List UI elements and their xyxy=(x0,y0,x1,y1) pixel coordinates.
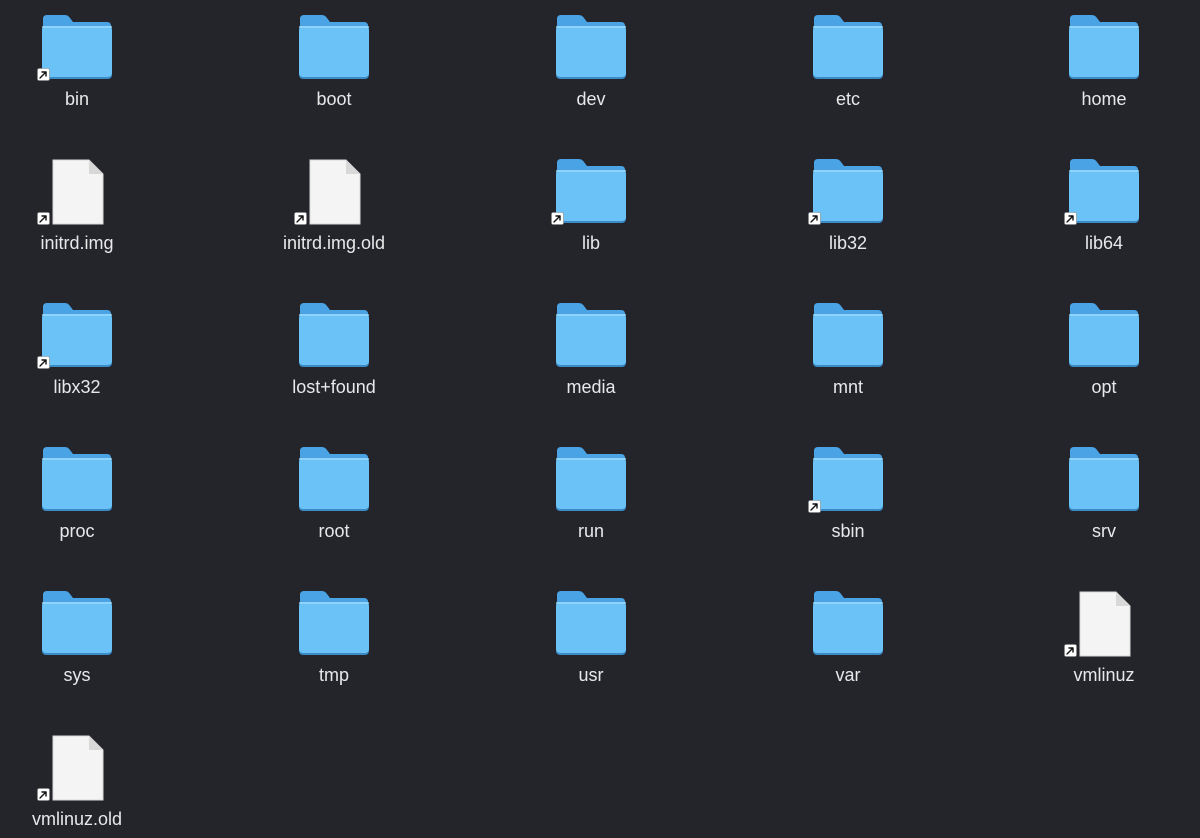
item-label[interactable]: opt xyxy=(1024,376,1184,398)
item-label[interactable]: tmp xyxy=(254,664,414,686)
folder-icon[interactable] xyxy=(808,15,888,81)
item-label[interactable]: srv xyxy=(1024,520,1184,542)
folder-item[interactable]: boot xyxy=(254,7,414,137)
item-label[interactable]: dev xyxy=(511,88,671,110)
folder-item[interactable]: srv xyxy=(1024,439,1184,569)
item-label[interactable]: run xyxy=(511,520,671,542)
folder-icon[interactable] xyxy=(551,591,631,657)
alias-arrow-icon xyxy=(551,212,564,225)
folder-item[interactable]: libx32 xyxy=(0,295,157,425)
item-label[interactable]: var xyxy=(768,664,928,686)
folder-item[interactable]: tmp xyxy=(254,583,414,713)
alias-arrow-icon xyxy=(37,788,50,801)
item-label[interactable]: etc xyxy=(768,88,928,110)
folder-icon[interactable] xyxy=(37,591,117,657)
document-icon[interactable] xyxy=(37,735,117,801)
folder-item[interactable]: usr xyxy=(511,583,671,713)
item-label[interactable]: mnt xyxy=(768,376,928,398)
folder-icon[interactable] xyxy=(294,591,374,657)
alias-arrow-icon xyxy=(37,212,50,225)
folder-icon[interactable] xyxy=(551,303,631,369)
folder-item[interactable]: lib32 xyxy=(768,151,928,281)
item-label[interactable]: root xyxy=(254,520,414,542)
folder-item[interactable]: root xyxy=(254,439,414,569)
file-item[interactable]: initrd.img.old xyxy=(254,151,414,281)
folder-item[interactable]: lib xyxy=(511,151,671,281)
alias-arrow-icon xyxy=(1064,644,1077,657)
item-label[interactable]: vmlinuz.old xyxy=(0,808,157,830)
alias-arrow-icon xyxy=(808,212,821,225)
file-item[interactable]: initrd.img xyxy=(0,151,157,281)
item-label[interactable]: lost+found xyxy=(254,376,414,398)
folder-item[interactable]: etc xyxy=(768,7,928,137)
folder-item[interactable]: run xyxy=(511,439,671,569)
folder-item[interactable]: lost+found xyxy=(254,295,414,425)
folder-item[interactable]: proc xyxy=(0,439,157,569)
folder-icon[interactable] xyxy=(37,303,117,369)
file-item[interactable]: vmlinuz.old xyxy=(0,727,157,838)
folder-icon[interactable] xyxy=(1064,159,1144,225)
folder-item[interactable]: var xyxy=(768,583,928,713)
folder-item[interactable]: sys xyxy=(0,583,157,713)
folder-item[interactable]: mnt xyxy=(768,295,928,425)
item-label[interactable]: lib64 xyxy=(1024,232,1184,254)
folder-icon[interactable] xyxy=(294,303,374,369)
folder-icon[interactable] xyxy=(808,159,888,225)
item-label[interactable]: boot xyxy=(254,88,414,110)
folder-icon[interactable] xyxy=(294,447,374,513)
folder-item[interactable]: dev xyxy=(511,7,671,137)
item-label[interactable]: sys xyxy=(0,664,157,686)
item-label[interactable]: bin xyxy=(0,88,157,110)
item-label[interactable]: lib xyxy=(511,232,671,254)
folder-icon[interactable] xyxy=(808,591,888,657)
folder-icon[interactable] xyxy=(37,447,117,513)
folder-icon[interactable] xyxy=(1064,447,1144,513)
item-label[interactable]: lib32 xyxy=(768,232,928,254)
alias-arrow-icon xyxy=(1064,212,1077,225)
alias-arrow-icon xyxy=(808,500,821,513)
folder-item[interactable]: home xyxy=(1024,7,1184,137)
finder-icon-grid: bin boot dev etc home initrd.img initrd.img.ol… xyxy=(0,0,1200,838)
folder-icon[interactable] xyxy=(808,447,888,513)
folder-item[interactable]: media xyxy=(511,295,671,425)
item-label[interactable]: sbin xyxy=(768,520,928,542)
item-label[interactable]: vmlinuz xyxy=(1024,664,1184,686)
item-label[interactable]: initrd.img.old xyxy=(254,232,414,254)
document-icon[interactable] xyxy=(1064,591,1144,657)
item-label[interactable]: media xyxy=(511,376,671,398)
alias-arrow-icon xyxy=(294,212,307,225)
folder-item[interactable]: sbin xyxy=(768,439,928,569)
folder-icon[interactable] xyxy=(551,447,631,513)
item-label[interactable]: proc xyxy=(0,520,157,542)
folder-icon[interactable] xyxy=(808,303,888,369)
folder-item[interactable]: opt xyxy=(1024,295,1184,425)
item-label[interactable]: libx32 xyxy=(0,376,157,398)
document-icon[interactable] xyxy=(294,159,374,225)
file-item[interactable]: vmlinuz xyxy=(1024,583,1184,713)
folder-item[interactable]: bin xyxy=(0,7,157,137)
folder-icon[interactable] xyxy=(1064,15,1144,81)
folder-item[interactable]: lib64 xyxy=(1024,151,1184,281)
item-label[interactable]: initrd.img xyxy=(0,232,157,254)
item-label[interactable]: usr xyxy=(511,664,671,686)
alias-arrow-icon xyxy=(37,356,50,369)
folder-icon[interactable] xyxy=(551,15,631,81)
alias-arrow-icon xyxy=(37,68,50,81)
item-label[interactable]: home xyxy=(1024,88,1184,110)
folder-icon[interactable] xyxy=(1064,303,1144,369)
folder-icon[interactable] xyxy=(37,15,117,81)
folder-icon[interactable] xyxy=(294,15,374,81)
folder-icon[interactable] xyxy=(551,159,631,225)
document-icon[interactable] xyxy=(37,159,117,225)
